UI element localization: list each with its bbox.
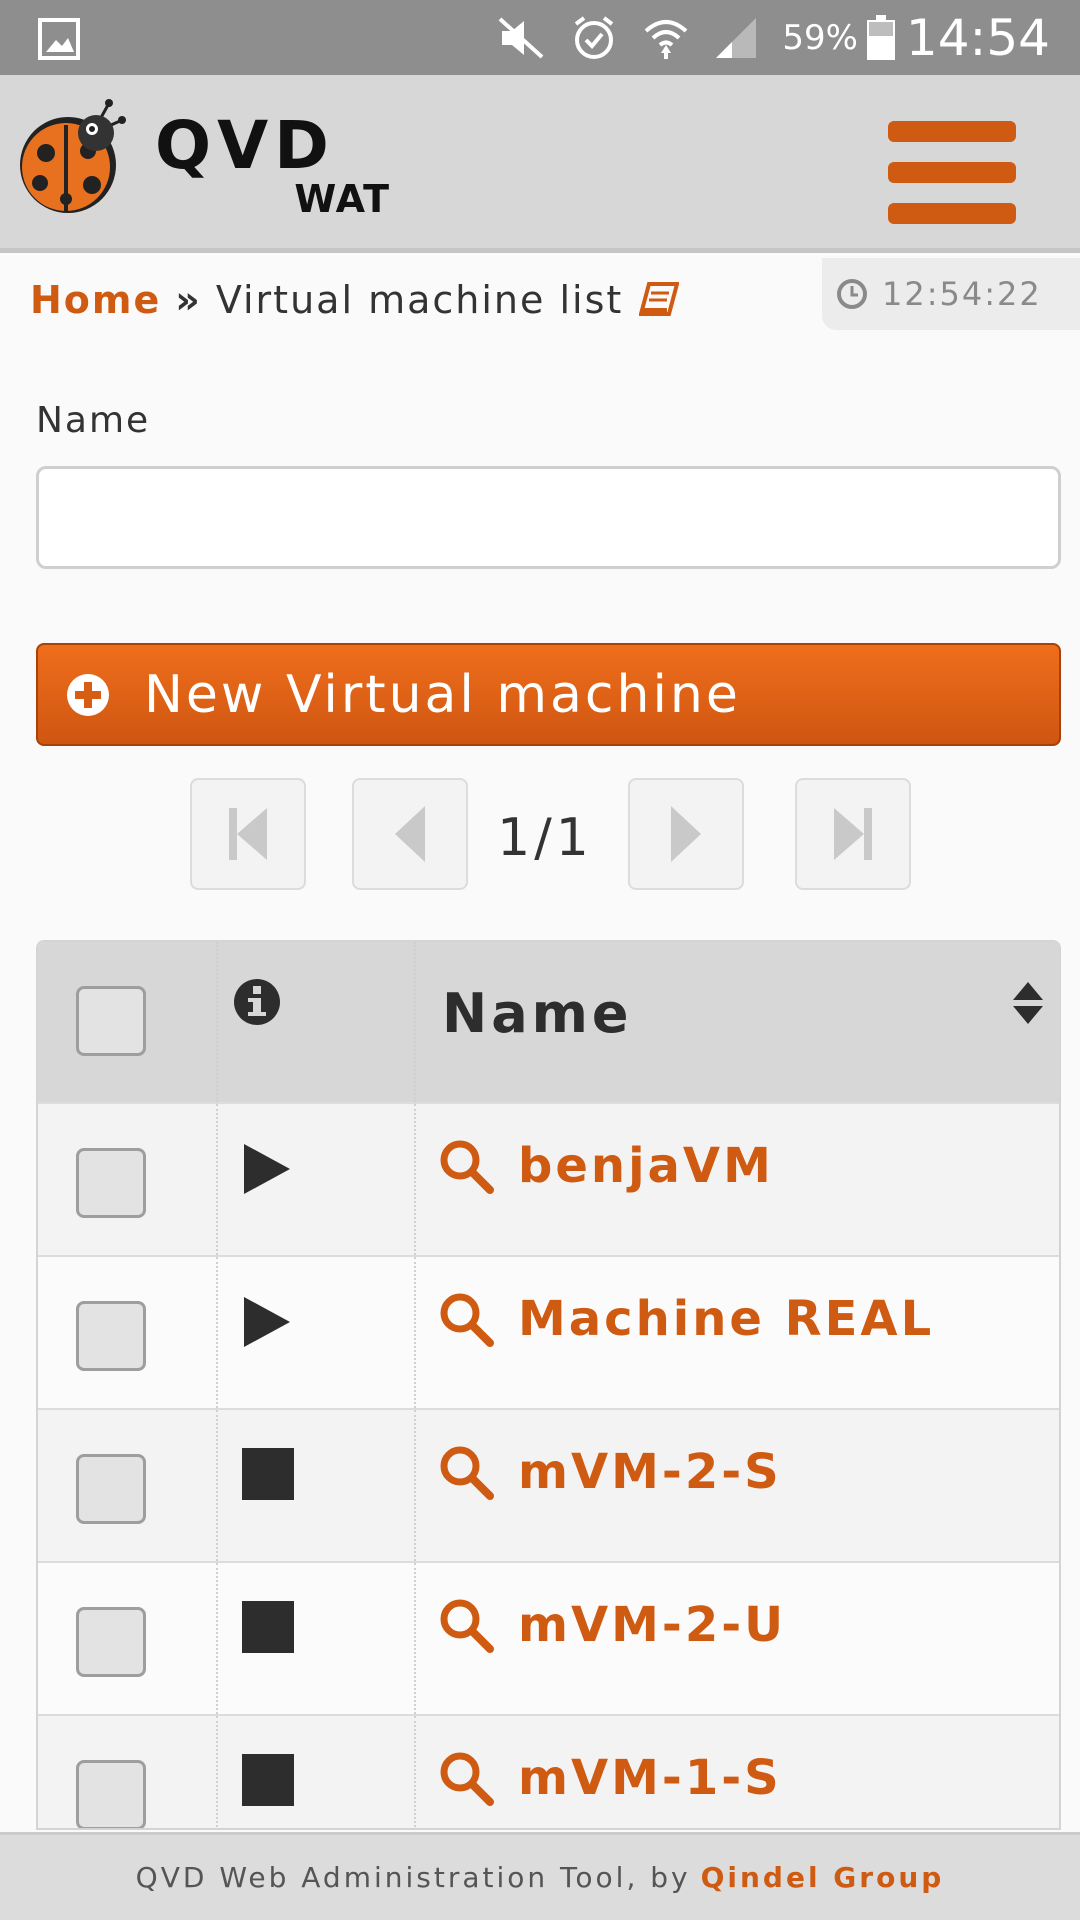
status-bar: 59% 14:54: [0, 0, 1080, 75]
vm-name-link[interactable]: mVM-1-S: [438, 1750, 782, 1806]
last-page-icon: [834, 808, 872, 860]
logo[interactable]: QVD WAT: [155, 107, 395, 221]
stopped-square-icon: [242, 1448, 294, 1500]
table-row: mVM-2-S: [38, 1410, 1059, 1563]
signal-icon: [714, 16, 758, 60]
last-page-button[interactable]: [795, 778, 911, 890]
logo-title: QVD: [155, 107, 335, 184]
search-icon: [440, 1599, 494, 1653]
footer: QVD Web Administration Tool, by Qindel G…: [0, 1832, 1080, 1920]
row-checkbox[interactable]: [76, 1454, 146, 1524]
sort-icon[interactable]: [1011, 980, 1045, 1026]
vm-name: mVM-1-S: [518, 1750, 782, 1806]
name-column-header[interactable]: Name: [442, 982, 633, 1045]
vm-name-link[interactable]: mVM-2-U: [438, 1597, 786, 1653]
name-filter-input[interactable]: [36, 466, 1061, 569]
vm-name: Machine REAL: [518, 1291, 935, 1347]
row-checkbox[interactable]: [76, 1148, 146, 1218]
new-virtual-machine-label: New Virtual machine: [144, 664, 741, 725]
info-icon: [234, 979, 280, 1025]
battery-icon: [866, 14, 896, 61]
breadcrumb-home-link[interactable]: Home: [30, 278, 161, 322]
book-icon[interactable]: [639, 282, 680, 318]
vm-name-link[interactable]: Machine REAL: [438, 1291, 934, 1347]
page-indicator: 1/1: [497, 808, 593, 868]
plus-circle-icon: [67, 673, 109, 716]
table-row: benjaVM: [38, 1104, 1059, 1257]
breadcrumb: Home » Virtual machine list: [30, 278, 680, 322]
previous-page-icon: [395, 806, 425, 862]
clock-icon: [837, 279, 867, 309]
breadcrumb-current: Virtual machine list: [215, 278, 624, 322]
table-row: mVM-1-S: [38, 1716, 1059, 1828]
first-page-icon: [229, 808, 267, 860]
vm-name: mVM-2-S: [518, 1444, 782, 1500]
gallery-icon: [38, 18, 80, 64]
server-clock: 12:54:22: [822, 258, 1080, 330]
next-page-button[interactable]: [628, 778, 744, 890]
new-virtual-machine-button[interactable]: New Virtual machine: [36, 643, 1061, 746]
header-info-cell: [218, 942, 416, 1102]
mute-icon: [496, 15, 546, 61]
running-play-icon: [244, 1297, 290, 1347]
vm-name: mVM-2-U: [518, 1597, 787, 1653]
vm-name-link[interactable]: mVM-2-S: [438, 1444, 782, 1500]
select-all-checkbox[interactable]: [76, 986, 146, 1056]
search-icon: [440, 1140, 494, 1194]
name-filter-label: Name: [36, 400, 151, 441]
stopped-square-icon: [242, 1754, 294, 1806]
search-icon: [440, 1446, 494, 1500]
logo-subtitle: WAT: [294, 177, 390, 221]
table-row: mVM-2-U: [38, 1563, 1059, 1716]
first-page-button[interactable]: [190, 778, 306, 890]
row-checkbox[interactable]: [76, 1760, 146, 1828]
vm-name: benjaVM: [518, 1138, 774, 1194]
header-name-cell[interactable]: Name: [416, 942, 1059, 1102]
battery-percent: 59%: [782, 17, 858, 58]
ladybug-logo-icon[interactable]: [12, 95, 137, 224]
next-page-icon: [671, 806, 701, 862]
table-row: Machine REAL: [38, 1257, 1059, 1410]
app-header: QVD WAT: [0, 75, 1080, 253]
running-play-icon: [244, 1144, 290, 1194]
wifi-icon: [642, 15, 690, 61]
header-select-cell: [38, 942, 218, 1102]
stopped-square-icon: [242, 1601, 294, 1653]
row-checkbox[interactable]: [76, 1301, 146, 1371]
hamburger-menu-icon[interactable]: [888, 121, 1016, 229]
footer-text: QVD Web Administration Tool, by: [135, 1861, 691, 1894]
table-header: Name: [38, 942, 1059, 1104]
row-checkbox[interactable]: [76, 1607, 146, 1677]
virtual-machine-table: Name benjaVM Machine REAL mVM-2-S mVM-2-…: [36, 940, 1061, 1830]
vm-name-link[interactable]: benjaVM: [438, 1138, 774, 1194]
search-icon: [440, 1293, 494, 1347]
alarm-icon: [570, 14, 618, 62]
footer-brand-link[interactable]: Qindel Group: [701, 1861, 945, 1894]
server-clock-time: 12:54:22: [882, 275, 1042, 313]
status-clock: 14:54: [905, 8, 1050, 67]
search-icon: [440, 1752, 494, 1806]
previous-page-button[interactable]: [352, 778, 468, 890]
breadcrumb-separator: »: [175, 278, 202, 322]
